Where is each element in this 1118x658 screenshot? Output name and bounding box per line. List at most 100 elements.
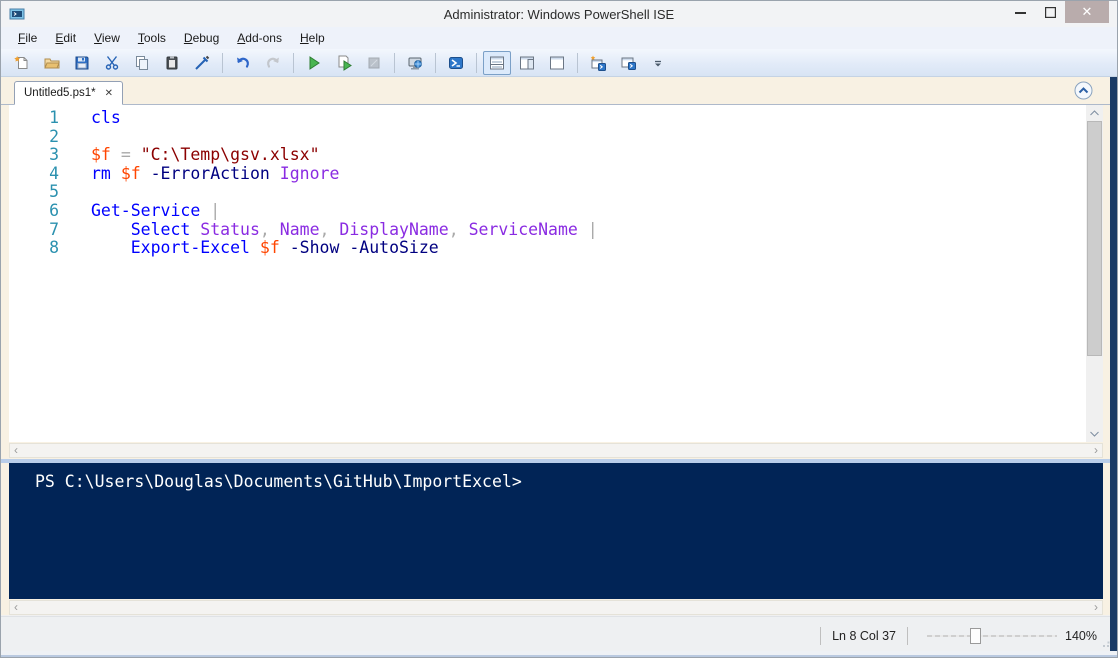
scroll-up-icon[interactable] (1086, 105, 1103, 121)
scroll-right-icon[interactable]: › (1094, 443, 1098, 457)
toolbar-separator (394, 53, 395, 73)
line-number: 5 (9, 183, 59, 202)
redo-icon (265, 55, 281, 71)
titlebar[interactable]: Administrator: Windows PowerShell ISE ✕ (1, 1, 1117, 27)
window-title: Administrator: Windows PowerShell ISE (1, 7, 1117, 22)
clear-icon (194, 55, 210, 71)
client-area: Untitled5.ps1* ✕ 1cls23$f = "C:\Temp\gsv… (1, 77, 1117, 615)
menu-help[interactable]: Help (291, 29, 334, 47)
toolbar-separator (476, 53, 477, 73)
scroll-left-icon[interactable]: ‹ (14, 600, 18, 614)
code-line: 7 Select Status, Name, DisplayName, Serv… (9, 221, 1086, 240)
cut-icon (104, 55, 120, 71)
code-text: Get-Service | (91, 202, 220, 221)
menu-bar: FileEditViewToolsDebugAdd-onsHelp (1, 27, 1117, 49)
menu-debug[interactable]: Debug (175, 29, 228, 47)
run-script-button[interactable] (300, 51, 328, 75)
run-icon (306, 55, 322, 71)
menu-file[interactable]: File (9, 29, 46, 47)
undo-icon (235, 55, 251, 71)
editor-horizontal-scrollbar[interactable]: ‹ › (9, 443, 1103, 458)
open-script-button[interactable] (38, 51, 66, 75)
statusbar-separator (820, 627, 821, 645)
statusbar-separator (907, 627, 908, 645)
code-line: 6 Get-Service | (9, 202, 1086, 221)
toolbar-separator (293, 53, 294, 73)
tab-close-icon[interactable]: ✕ (105, 88, 113, 99)
line-number: 8 (9, 239, 59, 258)
layout-right-icon (519, 55, 535, 71)
script-editor[interactable]: 1cls23$f = "C:\Temp\gsv.xlsx"4rm $f -Err… (9, 105, 1086, 442)
overflow-icon (650, 55, 666, 71)
toolbar-overflow-button[interactable] (644, 51, 672, 75)
zoom-slider-thumb[interactable] (970, 628, 981, 644)
tab-strip: Untitled5.ps1* ✕ (1, 77, 1117, 105)
new-script-button[interactable] (8, 51, 36, 75)
new-icon (14, 55, 30, 71)
show-script-pane-maximized-button[interactable] (543, 51, 571, 75)
line-number: 6 (9, 202, 59, 221)
zoom-slider-track[interactable] (927, 635, 1057, 637)
save-icon (74, 55, 90, 71)
new-powershell-tab-button[interactable] (584, 51, 612, 75)
layout-top-icon (489, 55, 505, 71)
new-remote-powershell-tab-button[interactable] (401, 51, 429, 75)
show-script-pane-top-button[interactable] (483, 51, 511, 75)
console-horizontal-scrollbar[interactable]: ‹ › (9, 600, 1103, 615)
copy-button[interactable] (128, 51, 156, 75)
start-powershell-exe-button[interactable] (442, 51, 470, 75)
window-controls: ✕ (1005, 1, 1117, 23)
console-pane[interactable]: PS C:\Users\Douglas\Documents\GitHub\Imp… (9, 463, 1103, 599)
code-text: Export-Excel $f -Show -AutoSize (91, 239, 439, 258)
tab-label: Untitled5.ps1* (24, 87, 96, 99)
powershell-icon (448, 55, 464, 71)
editor-vertical-scrollbar[interactable] (1086, 105, 1103, 442)
toolbar-separator (222, 53, 223, 73)
cut-button[interactable] (98, 51, 126, 75)
collapse-script-pane-button[interactable] (1074, 81, 1093, 100)
redo-button[interactable] (259, 51, 287, 75)
scroll-left-icon[interactable]: ‹ (14, 443, 18, 457)
toolbar (1, 49, 1117, 77)
cursor-position: Ln 8 Col 37 (832, 629, 896, 643)
editor-scrollbar-thumb[interactable] (1087, 121, 1102, 356)
show-command-window-button[interactable] (614, 51, 642, 75)
minimize-button[interactable] (1005, 1, 1035, 23)
menu-view[interactable]: View (85, 29, 129, 47)
line-number: 3 (9, 146, 59, 165)
menu-add-ons[interactable]: Add-ons (228, 29, 291, 47)
powershell-ise-app-icon (9, 6, 25, 22)
scroll-right-icon[interactable]: › (1094, 600, 1098, 614)
code-line: 4rm $f -ErrorAction Ignore (9, 165, 1086, 184)
zoom-slider[interactable] (927, 627, 1057, 645)
code-line: 8 Export-Excel $f -Show -AutoSize (9, 239, 1086, 258)
run-selection-button[interactable] (330, 51, 358, 75)
line-number: 7 (9, 221, 59, 240)
window-border-bottom (1, 651, 1117, 657)
code-line: 5 (9, 183, 1086, 202)
open-icon (44, 55, 60, 71)
undo-button[interactable] (229, 51, 257, 75)
paste-button[interactable] (158, 51, 186, 75)
console-prompt: PS C:\Users\Douglas\Documents\GitHub\Imp… (9, 463, 1103, 491)
layout-max-icon (549, 55, 565, 71)
menu-edit[interactable]: Edit (46, 29, 85, 47)
maximize-button[interactable] (1035, 1, 1065, 23)
code-text: cls (91, 109, 121, 128)
save-script-button[interactable] (68, 51, 96, 75)
line-number: 2 (9, 128, 59, 147)
chevron-up-icon (1074, 81, 1093, 100)
stop-operation-button[interactable] (360, 51, 388, 75)
toolbar-separator (435, 53, 436, 73)
zoom-level: 140% (1065, 629, 1097, 643)
powershell-ise-window: Administrator: Windows PowerShell ISE ✕ … (0, 0, 1118, 658)
clear-console-pane-button[interactable] (188, 51, 216, 75)
tab-untitled5[interactable]: Untitled5.ps1* ✕ (14, 81, 123, 105)
window-border-right (1110, 77, 1117, 651)
menu-tools[interactable]: Tools (129, 29, 175, 47)
scroll-down-icon[interactable] (1086, 426, 1103, 442)
show-script-pane-right-button[interactable] (513, 51, 541, 75)
line-number: 4 (9, 165, 59, 184)
run-selection-icon (336, 55, 352, 71)
close-button[interactable]: ✕ (1065, 1, 1109, 23)
